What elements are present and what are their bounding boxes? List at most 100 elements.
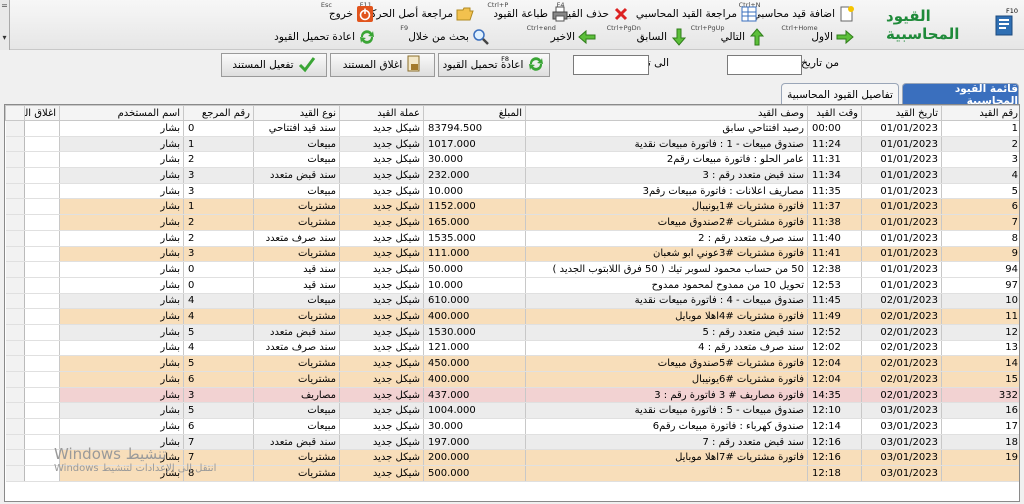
col-entry-no[interactable]: رقم القيد bbox=[941, 105, 1019, 121]
row-selector-cell[interactable] bbox=[5, 198, 25, 216]
close-movement-cell[interactable] bbox=[24, 418, 60, 435]
checkmark-icon bbox=[298, 55, 316, 76]
table-row[interactable]: 12 02/01/2023 12:52 سند قبض متعدد رقم : 5 15… bbox=[5, 324, 1019, 341]
close-movement-cell[interactable] bbox=[24, 214, 60, 231]
review-origin-button[interactable]: مراجعة أصل الحركة F11 bbox=[360, 1, 474, 24]
row-selector-cell[interactable] bbox=[5, 465, 25, 482]
toolbar-collapse-strip[interactable]: = ▾ bbox=[0, 0, 10, 50]
previous-record-button[interactable]: السابق Ctrl+PgDn bbox=[607, 24, 688, 47]
close-movement-cell[interactable] bbox=[24, 167, 60, 184]
row-selector-cell[interactable] bbox=[5, 214, 25, 231]
table-row[interactable]: 16 03/01/2023 12:10 صندوق مبيعات - 5 : فاتو… bbox=[5, 402, 1019, 420]
to-date-input[interactable] bbox=[573, 55, 649, 75]
table-row[interactable]: 17 03/01/2023 12:14 صندوق كهرباء : فاتورة م… bbox=[5, 418, 1019, 435]
table-row[interactable]: 332 02/01/2023 14:35 فاتورة مصاريف # 3 فاتو… bbox=[5, 387, 1019, 404]
amount-cell: 450.000 bbox=[423, 355, 526, 372]
entry-type-cell: مشتريات bbox=[253, 355, 340, 372]
row-selector-cell[interactable] bbox=[5, 293, 25, 310]
close-movement-cell[interactable] bbox=[24, 136, 60, 153]
row-selector-cell[interactable] bbox=[5, 308, 25, 325]
col-user-name[interactable]: اسم المستخدم bbox=[59, 105, 184, 121]
close-movement-cell[interactable] bbox=[24, 277, 60, 294]
row-selector-cell[interactable] bbox=[5, 340, 25, 357]
close-movement-cell[interactable] bbox=[24, 230, 60, 247]
reload-entries-top-button[interactable]: اعادة تحميل القيود bbox=[274, 27, 376, 47]
row-selector-cell[interactable] bbox=[5, 120, 25, 137]
table-row[interactable]: 97 01/01/2023 12:53 تحويل 10 من ممدوح لمحمو… bbox=[5, 277, 1019, 294]
entry-date-cell: 02/01/2023 bbox=[861, 324, 942, 341]
row-selector-cell[interactable] bbox=[5, 324, 25, 341]
col-entry-type[interactable]: نوع القيد bbox=[253, 105, 340, 121]
close-movement-cell[interactable] bbox=[24, 198, 60, 216]
col-amount[interactable]: المبلغ bbox=[423, 105, 526, 121]
close-movement-cell[interactable] bbox=[24, 293, 60, 310]
row-selector-cell[interactable] bbox=[5, 261, 25, 278]
table-row[interactable]: 2 01/01/2023 11:24 صندوق مبيعات - 1 : فاتور… bbox=[5, 136, 1019, 153]
tab-entries-list[interactable]: قائمة القيود المحاسبية bbox=[902, 83, 1019, 107]
add-entry-button[interactable]: اضافة قيد محاسبي Ctrl+N bbox=[739, 1, 856, 24]
col-entry-desc[interactable]: وصف القيد bbox=[525, 105, 808, 121]
table-row[interactable]: 13 02/01/2023 12:02 سند صرف متعدد رقم : 4 12… bbox=[5, 340, 1019, 357]
table-row[interactable]: 11 02/01/2023 11:49 فاتورة مشتريات #4اهلا م… bbox=[5, 308, 1019, 325]
close-movement-cell[interactable] bbox=[24, 371, 60, 388]
col-currency[interactable]: عملة القيد bbox=[339, 105, 424, 121]
close-movement-cell[interactable] bbox=[24, 340, 60, 357]
activate-document-button[interactable]: تفعيل المستند bbox=[221, 53, 327, 77]
close-movement-cell[interactable] bbox=[24, 402, 60, 420]
table-row[interactable]: 15 02/01/2023 12:04 فاتورة مشتريات #6يونيبا… bbox=[5, 371, 1019, 388]
col-close-movement[interactable]: اغلاق الحركة bbox=[24, 105, 60, 121]
review-entry-button[interactable]: مراجعة القيد المحاسبي bbox=[636, 4, 758, 24]
col-entry-date[interactable]: تاريخ القيد bbox=[861, 105, 942, 121]
last-record-button[interactable]: الاخير Ctrl+end bbox=[527, 24, 596, 47]
exit-button[interactable]: خروج Esc bbox=[321, 1, 374, 24]
close-movement-cell[interactable] bbox=[24, 355, 60, 372]
table-row[interactable]: 9 01/01/2023 11:41 فاتورة مشتريات #3عوني اب… bbox=[5, 246, 1019, 263]
table-row[interactable]: 7 01/01/2023 11:38 فاتورة مشتريات #2صندوق م… bbox=[5, 214, 1019, 231]
tab-entries-details[interactable]: تفاصيل القيود المحاسبية bbox=[781, 83, 899, 105]
currency-cell: شيكل جديد bbox=[339, 136, 424, 153]
close-movement-cell[interactable] bbox=[24, 308, 60, 325]
next-record-button[interactable]: التالي Ctrl+PgUp bbox=[691, 24, 766, 47]
row-selector-cell[interactable] bbox=[5, 136, 25, 153]
table-row[interactable]: 94 01/01/2023 12:38 50 من حساب محمود لسوبر … bbox=[5, 261, 1019, 278]
col-entry-time[interactable]: وقت القيد bbox=[807, 105, 862, 121]
table-row[interactable]: 8 01/01/2023 11:40 سند صرف متعدد رقم : 2 153… bbox=[5, 230, 1019, 247]
entry-no-cell: 3 bbox=[941, 151, 1019, 169]
close-movement-cell[interactable] bbox=[24, 183, 60, 200]
delete-entry-button[interactable]: حذف القيد F4 bbox=[557, 1, 630, 24]
close-movement-cell[interactable] bbox=[24, 151, 60, 169]
row-selector-cell[interactable] bbox=[5, 449, 25, 467]
row-selector-cell[interactable] bbox=[5, 230, 25, 247]
table-row[interactable]: 4 01/01/2023 11:34 سند قبض متعدد رقم : 3 232… bbox=[5, 167, 1019, 184]
row-selector-cell[interactable] bbox=[5, 183, 25, 200]
close-movement-cell[interactable] bbox=[24, 120, 60, 137]
row-selector-cell[interactable] bbox=[5, 167, 25, 184]
close-movement-cell[interactable] bbox=[24, 324, 60, 341]
close-document-button[interactable]: اغلاق المستند bbox=[330, 53, 435, 77]
table-row[interactable]: 1 01/01/2023 00:00 رصيد افتتاحي سابق 83794.5… bbox=[5, 120, 1019, 137]
close-movement-cell[interactable] bbox=[24, 387, 60, 404]
table-row[interactable]: 10 02/01/2023 11:45 صندوق مبيعات - 4 : فاتو… bbox=[5, 293, 1019, 310]
row-selector-cell[interactable] bbox=[5, 151, 25, 169]
print-entries-button[interactable]: طباعة القيود Ctrl+P bbox=[487, 1, 569, 24]
from-date-input[interactable] bbox=[727, 55, 802, 75]
table-row[interactable]: 5 01/01/2023 11:35 مصاريف اعلانات : فاتورة … bbox=[5, 183, 1019, 200]
table-row[interactable]: 14 02/01/2023 12:04 فاتورة مشتريات #5صندوق … bbox=[5, 355, 1019, 372]
close-movement-cell[interactable] bbox=[24, 261, 60, 278]
col-ref-no[interactable]: رقم المرجع bbox=[183, 105, 254, 121]
row-selector-cell[interactable] bbox=[5, 434, 25, 451]
previous-record-key: Ctrl+PgDn bbox=[606, 24, 641, 32]
reload-entries-button[interactable]: F8 اعادة تحميل القيود bbox=[438, 53, 550, 77]
row-selector-cell[interactable] bbox=[5, 246, 25, 263]
row-selector-cell[interactable] bbox=[5, 402, 25, 420]
table-row[interactable]: 3 01/01/2023 11:31 عامر الحلو : فاتورة مبيع… bbox=[5, 151, 1019, 169]
close-movement-cell[interactable] bbox=[24, 246, 60, 263]
row-selector-cell[interactable] bbox=[5, 277, 25, 294]
row-selector-cell[interactable] bbox=[5, 371, 25, 388]
row-selector-cell[interactable] bbox=[5, 418, 25, 435]
first-record-button[interactable]: الاول Ctrl+Home bbox=[781, 24, 854, 47]
search-by-button[interactable]: بحث من خلال F9 bbox=[400, 24, 490, 47]
row-selector-cell[interactable] bbox=[5, 355, 25, 372]
row-selector-cell[interactable] bbox=[5, 387, 25, 404]
table-row[interactable]: 6 01/01/2023 11:37 فاتورة مشتريات #1يونيبال… bbox=[5, 198, 1019, 216]
